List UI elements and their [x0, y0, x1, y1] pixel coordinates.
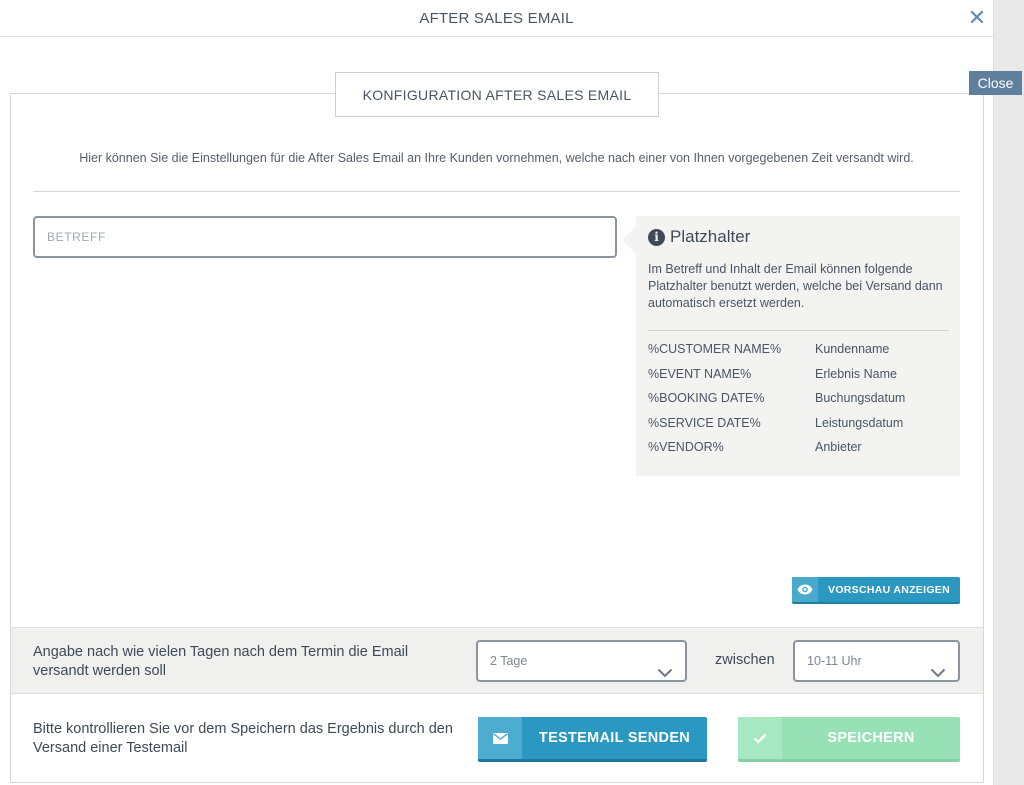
- divider: [33, 191, 960, 192]
- chevron-down-icon: [930, 655, 946, 693]
- schedule-label: Angabe nach wie vielen Tagen nach dem Te…: [33, 644, 409, 679]
- placeholder-value: Leistungsdatum: [815, 415, 904, 430]
- close-tab-button[interactable]: Close: [969, 71, 1022, 95]
- modal-title: AFTER SALES EMAIL: [0, 0, 993, 37]
- placeholder-value: Kundenname: [815, 342, 890, 356]
- placeholder-row: %SERVICE DATE% Leistungsdatum: [648, 416, 948, 441]
- envelope-icon: [478, 717, 522, 759]
- info-icon: i: [648, 228, 665, 246]
- chevron-down-icon: [657, 655, 673, 693]
- placeholder-value: Anbieter: [815, 440, 862, 454]
- placeholder-row: %BOOKING DATE% Buchungsdatum: [648, 391, 948, 416]
- placeholder-title-text: Platzhalter: [670, 227, 751, 246]
- placeholder-description: Im Betreff und Inhalt der Email können f…: [648, 262, 943, 310]
- preview-button-label: VORSCHAU ANZEIGEN: [828, 583, 950, 596]
- save-button-label: SPEICHERN: [827, 730, 915, 746]
- placeholder-key: %BOOKING DATE%: [648, 391, 765, 405]
- placeholder-key: %SERVICE DATE%: [648, 415, 761, 430]
- placeholder-value: Erlebnis Name: [815, 366, 897, 381]
- close-icon[interactable]: ✕: [965, 6, 989, 30]
- send-test-email-label: TESTEMAIL SENDEN: [538, 730, 691, 746]
- send-test-email-button[interactable]: TESTEMAIL SENDEN: [478, 717, 707, 762]
- placeholder-key: %CUSTOMER NAME%: [648, 342, 782, 356]
- placeholder-title: i Platzhalter: [648, 227, 750, 247]
- time-select-value: 10-11 Uhr: [807, 654, 862, 668]
- test-email-note: Bitte kontrollieren Sie vor dem Speicher…: [33, 721, 453, 756]
- placeholder-row: %EVENT NAME% Erlebnis Name: [648, 367, 948, 392]
- placeholder-table: %CUSTOMER NAME% Kundenname %EVENT NAME% …: [648, 342, 948, 465]
- days-select-value: 2 Tage: [490, 654, 528, 668]
- days-select[interactable]: 2 Tage: [476, 640, 687, 682]
- preview-button[interactable]: VORSCHAU ANZEIGEN: [792, 577, 960, 604]
- save-button[interactable]: SPEICHERN: [738, 717, 960, 762]
- placeholder-key: %VENDOR%: [648, 440, 724, 454]
- subject-input[interactable]: [33, 216, 617, 258]
- eye-icon: [792, 577, 818, 602]
- panel-legend: KONFIGURATION AFTER SALES EMAIL: [335, 72, 659, 117]
- placeholder-value: Buchungsdatum: [815, 391, 906, 405]
- modal-dialog: AFTER SALES EMAIL ✕ KONFIGURATION AFTER …: [0, 0, 993, 785]
- placeholder-key: %EVENT NAME%: [648, 366, 752, 381]
- placeholder-divider: [648, 330, 949, 331]
- between-label: zwischen: [715, 652, 775, 668]
- placeholder-row: %CUSTOMER NAME% Kundenname: [648, 342, 948, 367]
- schedule-bar: Angabe nach wie vielen Tagen nach dem Te…: [11, 627, 983, 694]
- time-select[interactable]: 10-11 Uhr: [793, 640, 960, 682]
- placeholder-row: %VENDOR% Anbieter: [648, 440, 948, 465]
- check-icon: [738, 717, 782, 759]
- page-scrollbar[interactable]: [993, 0, 1024, 785]
- placeholder-info-box: i Platzhalter Im Betreff und Inhalt der …: [622, 216, 960, 476]
- intro-text: Hier können Sie die Einstellungen für di…: [79, 151, 914, 165]
